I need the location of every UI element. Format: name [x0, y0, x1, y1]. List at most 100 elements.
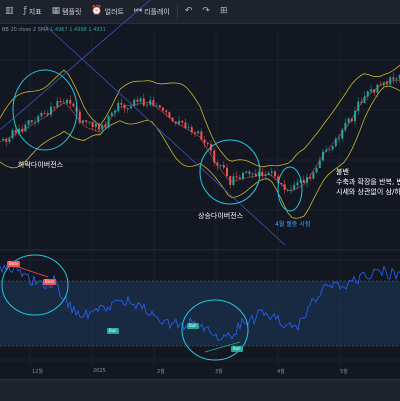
- candle: [72, 103, 75, 107]
- candle: [315, 168, 318, 173]
- candle: [168, 112, 171, 118]
- candle: [126, 108, 129, 110]
- candle: [114, 110, 116, 113]
- time-label: 3월: [215, 369, 223, 375]
- candle: [222, 165, 225, 168]
- candle: [325, 149, 328, 152]
- candle: [200, 131, 203, 140]
- time-label: 2025: [93, 368, 106, 374]
- candle: [174, 121, 177, 124]
- candle: [290, 189, 292, 191]
- candle: [392, 77, 395, 80]
- candle: [82, 120, 84, 123]
- candle: [341, 129, 344, 139]
- candle: [302, 180, 305, 183]
- candle: [85, 120, 88, 122]
- candle: [11, 130, 14, 139]
- candle: [213, 150, 216, 163]
- candle: [338, 138, 340, 140]
- candle: [382, 82, 385, 86]
- bull-signal-tag: Bull: [231, 346, 243, 352]
- candle: [171, 117, 174, 122]
- candle: [110, 112, 113, 116]
- candle: [331, 146, 334, 150]
- candle: [69, 99, 72, 104]
- candle: [53, 106, 56, 108]
- candle: [181, 120, 184, 123]
- note-line-1: 볼밴: [336, 168, 349, 176]
- bear-signal-tag: Bear: [7, 261, 21, 267]
- candle: [283, 184, 286, 190]
- candle: [293, 184, 296, 190]
- candle: [107, 115, 110, 128]
- candle: [229, 176, 232, 185]
- candle: [363, 96, 366, 104]
- candle: [219, 165, 222, 166]
- candle: [152, 100, 155, 106]
- trend-line: [44, 24, 286, 246]
- candle: [91, 121, 94, 127]
- candle: [264, 174, 267, 176]
- candle: [37, 116, 40, 122]
- candle: [322, 151, 324, 161]
- candle: [21, 128, 24, 132]
- candle: [235, 176, 238, 178]
- candle: [5, 139, 8, 142]
- candle: [395, 78, 398, 80]
- candle: [27, 120, 30, 125]
- candle: [142, 98, 145, 106]
- candle: [254, 173, 257, 177]
- candle: [334, 138, 337, 147]
- note-line-3: 시세와 상관없이 삼/하: [336, 188, 400, 196]
- candle: [206, 142, 209, 145]
- candle: [216, 162, 219, 166]
- candle: [347, 118, 350, 123]
- candle: [386, 82, 388, 85]
- candle: [62, 102, 65, 104]
- candle: [66, 99, 68, 104]
- candle: [149, 100, 152, 105]
- candle: [366, 91, 369, 97]
- candle: [98, 123, 100, 130]
- candle: [242, 172, 244, 179]
- candle: [136, 99, 139, 102]
- candle: [194, 132, 196, 134]
- bottom-bar: [0, 379, 400, 401]
- candle: [78, 111, 81, 123]
- candle: [94, 123, 97, 128]
- candle: [184, 122, 187, 128]
- rsi-band: [0, 281, 400, 346]
- bear-signal-tag: Bear: [43, 279, 57, 285]
- note-line-2: 수축과 확장을 반복, 변: [336, 178, 400, 186]
- time-label: 2월: [157, 369, 165, 375]
- candle: [312, 172, 315, 179]
- price-chart[interactable]: [0, 0, 400, 400]
- candle: [350, 118, 353, 122]
- candle: [238, 177, 241, 179]
- candle: [165, 110, 168, 113]
- candle: [370, 89, 372, 92]
- candle: [2, 139, 4, 140]
- candle: [376, 84, 379, 93]
- bull-signal-tag: Bull: [107, 328, 119, 334]
- candle: [344, 122, 347, 130]
- candle: [34, 121, 36, 123]
- candle: [270, 171, 273, 173]
- candle: [286, 189, 289, 191]
- candle: [373, 89, 376, 93]
- candle: [318, 160, 321, 168]
- candle: [306, 177, 308, 183]
- candle: [14, 130, 17, 133]
- candle: [296, 182, 299, 185]
- candle: [389, 77, 392, 85]
- candle: [357, 101, 360, 111]
- candle: [123, 104, 126, 109]
- candle: [360, 101, 363, 104]
- candle: [139, 98, 142, 102]
- candle: [354, 110, 356, 122]
- time-label: 4월: [277, 369, 285, 375]
- candle: [158, 105, 161, 108]
- candle: [88, 121, 91, 123]
- candle: [267, 172, 270, 175]
- candle: [120, 103, 123, 105]
